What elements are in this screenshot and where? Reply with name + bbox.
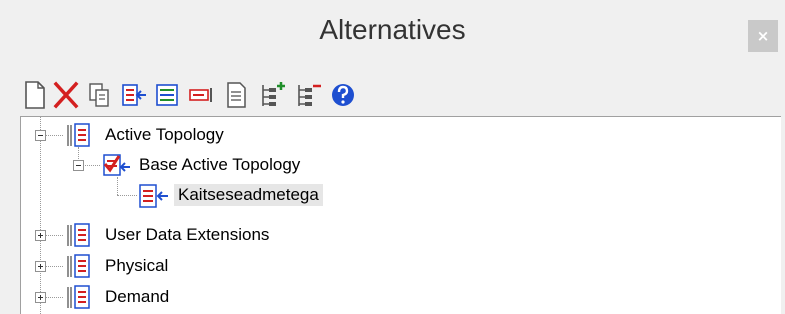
alternatives-panel: Alternatives × Active Topology Base Acti… [0, 0, 785, 314]
remove-child-button[interactable] [294, 78, 326, 112]
deactivate-icon [189, 88, 212, 102]
activate-button[interactable] [120, 78, 152, 112]
deactivate-button[interactable] [188, 78, 220, 112]
help-icon [332, 84, 354, 106]
report-icon [227, 82, 246, 108]
tree-connector [117, 195, 137, 196]
activate-icon [122, 84, 146, 106]
compare-icon [156, 84, 178, 106]
tree-node-physical[interactable]: Physical [105, 255, 168, 277]
collapse-toggle[interactable] [35, 130, 46, 141]
tree-node-user-data-extensions[interactable]: User Data Extensions [105, 224, 269, 246]
tree-grandchild-line [117, 177, 118, 195]
expand-toggle[interactable] [35, 261, 46, 272]
report-button[interactable] [222, 78, 254, 112]
copy-icon [89, 83, 109, 107]
toolbar [22, 78, 782, 114]
expand-toggle[interactable] [35, 292, 46, 303]
panel-titlebar: Alternatives × [0, 0, 785, 70]
alternatives-tree: Active Topology Base Active Topology Kai… [20, 116, 781, 314]
add-child-icon [262, 82, 285, 106]
alternative-group-icon [67, 123, 90, 147]
alternative-group-icon [67, 223, 90, 247]
compare-button[interactable] [154, 78, 186, 112]
new-icon [25, 81, 45, 109]
close-button[interactable]: × [748, 20, 778, 52]
tree-node-kaitseseadmetega[interactable]: Kaitseseadmetega [174, 184, 323, 206]
tree-root-line [40, 117, 41, 314]
panel-title: Alternatives [319, 14, 466, 45]
base-topology-icon [103, 154, 130, 176]
remove-child-icon [298, 84, 321, 106]
delete-button[interactable] [52, 78, 84, 112]
help-button[interactable] [330, 78, 362, 112]
copy-button[interactable] [86, 78, 118, 112]
alternative-group-icon [67, 254, 90, 278]
new-button[interactable] [22, 78, 54, 112]
expand-toggle[interactable] [35, 230, 46, 241]
add-child-button[interactable] [258, 78, 290, 112]
delete-icon [53, 81, 79, 109]
tree-node-demand[interactable]: Demand [105, 286, 169, 308]
tree-node-base-active-topology[interactable]: Base Active Topology [139, 154, 300, 176]
collapse-toggle[interactable] [73, 160, 84, 171]
tree-node-active-topology[interactable]: Active Topology [105, 124, 224, 146]
alternative-icon [139, 184, 168, 208]
alternative-group-icon [67, 285, 90, 309]
